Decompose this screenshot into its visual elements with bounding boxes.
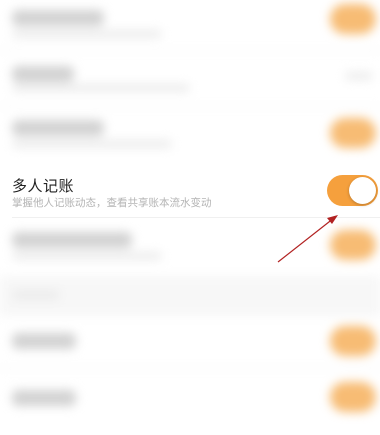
- toggle-knob: [349, 177, 376, 204]
- multi-user-bookkeeping-row: 多人记账 掌握他人记账动态，查看共享账本流水变动: [0, 164, 380, 218]
- multi-user-bookkeeping-toggle[interactable]: [327, 175, 378, 206]
- setting-title: 多人记账: [12, 177, 75, 195]
- setting-subtitle: 掌握他人记账动态，查看共享账本流水变动: [12, 197, 212, 209]
- row-divider: [12, 217, 380, 218]
